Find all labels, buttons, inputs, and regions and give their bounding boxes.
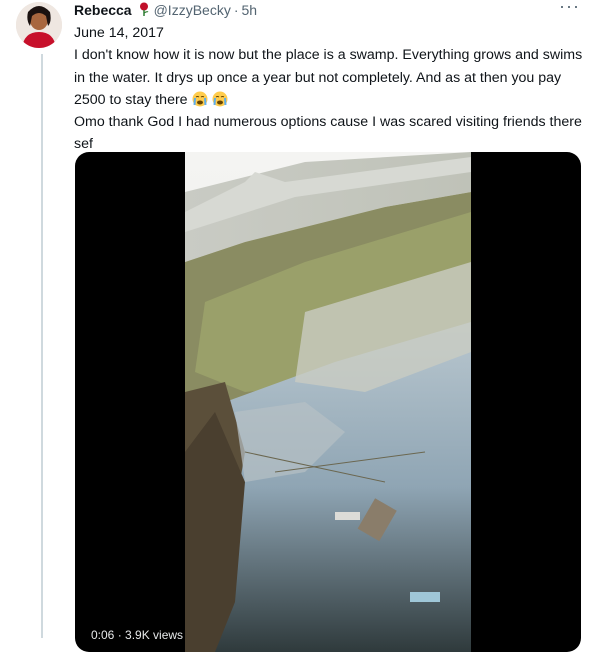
tweet-line-followup: Omo thank God I had numerous options cau… [74, 114, 582, 153]
swamp-video-still [185, 152, 471, 652]
tweet-header: Rebecca @IzzyBecky · 5h ··· [74, 0, 598, 20]
crying-emoji-icon [212, 91, 229, 108]
more-options-icon[interactable]: ··· [559, 0, 580, 17]
tweet-text: June 14, 2017 I don't know how it is now… [74, 22, 584, 156]
video-stats: 0:06 · 3.9K views [91, 628, 184, 642]
author-name[interactable]: Rebecca [74, 2, 132, 18]
timestamp[interactable]: 5h [242, 2, 258, 18]
separator: · [233, 2, 239, 18]
avatar[interactable] [16, 2, 62, 48]
thread-line [41, 54, 43, 638]
tweet-body-text: I don't know how it is now but the place… [74, 47, 583, 108]
crying-emoji-icon [192, 91, 213, 108]
video-player[interactable]: 0:06 · 3.9K views [75, 152, 581, 652]
video-frame [185, 152, 471, 652]
tweet-line-date: June 14, 2017 [74, 25, 164, 41]
avatar-image [16, 2, 62, 48]
tweet-line-body: I don't know how it is now but the place… [74, 44, 584, 111]
author-handle[interactable]: @IzzyBecky [154, 2, 231, 18]
rose-icon [138, 2, 150, 19]
